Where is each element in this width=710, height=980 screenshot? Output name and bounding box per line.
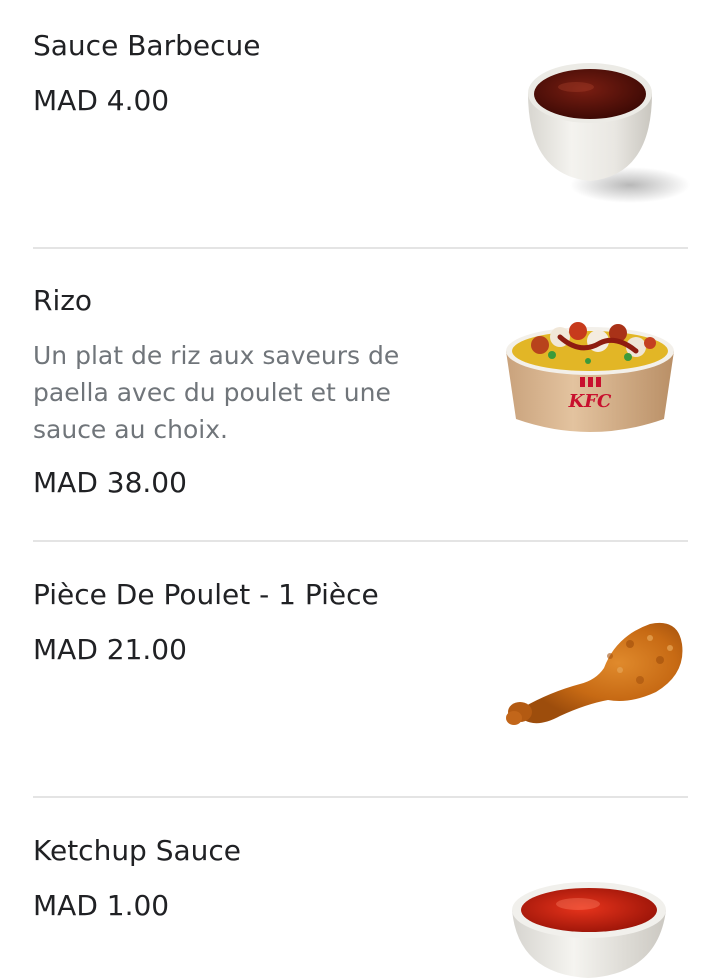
menu-list: Sauce Barbecue MAD 4.00 Rizo Un plat de … bbox=[0, 0, 710, 980]
kfc-logo: KFC bbox=[568, 391, 612, 412]
menu-item-piece-de-poulet[interactable]: Pièce De Poulet - 1 Pièce MAD 21.00 bbox=[0, 542, 710, 796]
item-price: MAD 21.00 bbox=[33, 633, 187, 666]
menu-item-rizo[interactable]: Rizo Un plat de riz aux saveurs de paell… bbox=[0, 249, 710, 540]
item-name: Pièce De Poulet - 1 Pièce bbox=[33, 578, 379, 611]
item-name: Ketchup Sauce bbox=[33, 834, 242, 867]
menu-item-ketchup-sauce[interactable]: Ketchup Sauce MAD 1.00 bbox=[0, 798, 710, 980]
menu-item-sauce-barbecue[interactable]: Sauce Barbecue MAD 4.00 bbox=[0, 0, 710, 248]
barbecue-sauce-image bbox=[528, 63, 690, 203]
fried-chicken-image bbox=[506, 622, 683, 725]
item-price: MAD 4.00 bbox=[33, 84, 170, 117]
item-price: MAD 38.00 bbox=[33, 466, 187, 499]
item-name: Sauce Barbecue bbox=[33, 29, 261, 62]
rice-bowl-image: KFC bbox=[506, 322, 674, 432]
item-name: Rizo bbox=[33, 284, 93, 317]
ketchup-image bbox=[512, 882, 666, 978]
item-price: MAD 1.00 bbox=[33, 889, 170, 922]
item-description: Un plat de riz aux saveurs de paella ave… bbox=[33, 341, 400, 444]
